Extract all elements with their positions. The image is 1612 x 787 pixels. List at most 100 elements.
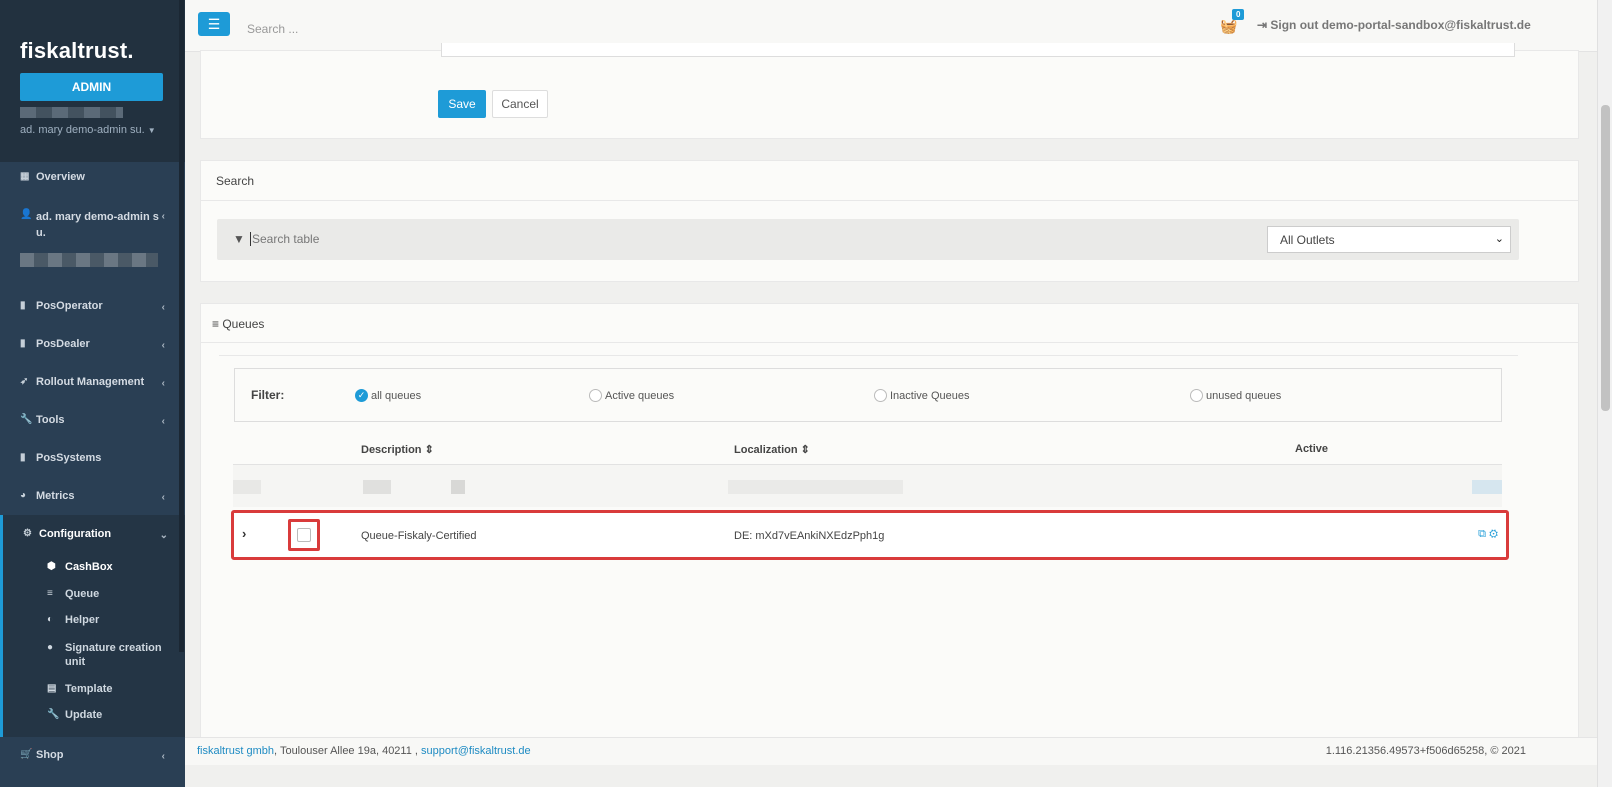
expand-row-button[interactable]: › [242, 526, 246, 541]
sidebar-item-user[interactable]: 👤 ad. mary demo-admin s u. ‹ [0, 209, 185, 241]
sidebar-item-label: u. [36, 227, 46, 239]
sidebar-subitem-queue[interactable]: ≡ Queue [3, 588, 99, 600]
sidebar-subitem-template[interactable]: ▤ Template [3, 683, 112, 695]
signout-icon: ⇥ [1257, 18, 1271, 32]
user-menu[interactable]: ad. mary demo-admin su. ▼ [20, 124, 185, 136]
sidebar-item-label: ad. mary demo-admin s [36, 211, 159, 223]
form-panel: Save Cancel [200, 43, 1579, 139]
cart-button[interactable]: 🧺 0 [1220, 9, 1245, 35]
row-checkbox[interactable] [297, 528, 311, 542]
chevron-left-icon: ‹ [161, 211, 165, 222]
chevron-right-icon: › [242, 526, 247, 541]
sidebar-subitem-update[interactable]: 🔧 Update [3, 709, 102, 721]
sidebar-item-overview[interactable]: ▦ Overview [0, 171, 105, 183]
pie-chart-icon: ◕ [20, 490, 27, 501]
chevron-left-icon: ‹ [161, 492, 165, 503]
cart-count-badge: 0 [1232, 9, 1245, 20]
queue-description: Queue-Fiskaly-Certified [361, 530, 477, 542]
version-text: 1.116.21356.49573+f506d65258, © 2021 [1325, 745, 1526, 757]
sidebar-subitem-scu[interactable]: ● Signature creation unit [3, 641, 162, 669]
sidebar-subitem-label: Signature creation [65, 642, 162, 654]
chevron-down-icon: ⌄ [1494, 233, 1504, 245]
sidebar-item-posdealer[interactable]: ▮ PosDealer ‹ [0, 338, 185, 351]
signout-link[interactable]: ⇥ Sign out demo-portal-sandbox@fiskaltru… [1257, 18, 1531, 32]
dashboard-icon: ▦ [20, 171, 30, 182]
sidebar-item-possystems[interactable]: ▮ PosSystems [0, 452, 185, 464]
redacted-cell [1472, 480, 1502, 494]
queues-panel: ≡ Queues Filter: ✓ all queues Active queu… [200, 303, 1579, 752]
scrollbar-thumb[interactable] [1601, 105, 1610, 411]
sidebar-item-posoperator[interactable]: ▮ PosOperator ‹ [0, 300, 185, 313]
hamburger-icon: ☰ [207, 16, 221, 32]
queues-panel-title: ≡ Queues [212, 317, 264, 331]
sidebar-item-tools[interactable]: 🔧 Tools ‹ [0, 414, 185, 427]
radio-circle [874, 389, 887, 402]
admin-button[interactable]: ADMIN [20, 73, 163, 101]
divider [201, 342, 1578, 343]
configuration-section: ⚙ Configuration ⌄ ⬢ CashBox ≡ Queue ◐ Helper … [0, 515, 185, 737]
check-icon: ✓ [355, 389, 368, 402]
database-icon: ≡ [212, 317, 223, 331]
filter-inactive-queues[interactable]: Inactive Queues [874, 389, 970, 402]
sidebar-item-rollout[interactable]: ➶ Rollout Management ‹ [0, 376, 185, 389]
sidebar-item-label: Rollout Management [36, 376, 145, 388]
column-header-localization[interactable]: Localization ⇕ [734, 443, 810, 456]
sidebar-header: fiskaltrust. ADMIN ad. mary demo-admin s… [0, 0, 185, 162]
sidebar-item-configuration[interactable]: ⚙ Configuration ⌄ [3, 528, 185, 541]
cancel-button[interactable]: Cancel [492, 90, 548, 118]
menu-toggle-button[interactable]: ☰ [198, 12, 230, 36]
footer: fiskaltrust gmbh, Toulouser Allee 19a, 4… [185, 737, 1612, 765]
search-panel-title: Search [216, 174, 255, 188]
sidebar-item-shop[interactable]: 🛒 Shop ‹ [0, 749, 185, 762]
row-actions: ⧉ ⚙ [1478, 528, 1498, 541]
save-button[interactable]: Save [438, 90, 486, 118]
filter-active-queues[interactable]: Active queues [589, 389, 674, 402]
divider [219, 355, 1518, 356]
column-header-description[interactable]: Description ⇕ [361, 443, 434, 456]
queue-localization: DE: mXd7vEAnkiNXEdzPph1g [734, 530, 885, 542]
shopping-cart-icon: 🛒 [20, 749, 33, 760]
redacted-text [20, 107, 123, 118]
page-scrollbar[interactable] [1597, 0, 1612, 787]
rocket-icon: ➶ [20, 376, 29, 387]
column-header-label: Description [361, 444, 422, 456]
table-row[interactable] [233, 464, 1502, 507]
footer-left: fiskaltrust gmbh, Toulouser Allee 19a, 4… [197, 745, 531, 757]
signout-label: Sign out demo-portal-sandbox@fiskaltrust… [1270, 18, 1531, 32]
filter-option-label: Active queues [605, 389, 675, 402]
sort-icon: ⇕ [800, 444, 810, 456]
table-search-bar: ▼ Search table All Outlets ⌄ [217, 219, 1519, 260]
gear-icon[interactable]: ⚙ [1489, 528, 1498, 540]
support-email-link[interactable]: support@fiskaltrust.de [421, 745, 531, 757]
circle-icon: ● [47, 642, 54, 653]
adjust-icon: ◐ [47, 614, 54, 625]
sidebar-subitem-cashbox[interactable]: ⬢ CashBox [3, 561, 113, 573]
filter-label: Filter: [251, 388, 285, 402]
main-content: Save Cancel Search ▼ Search table All Ou… [185, 43, 1612, 752]
sidebar-scrollbar[interactable] [179, 0, 184, 652]
building-icon: ▮ [20, 452, 26, 463]
basket-icon: 🧺 [1220, 18, 1238, 34]
text-field[interactable] [441, 43, 1515, 57]
chevron-left-icon: ‹ [161, 751, 165, 762]
sidebar-subitem-label: Helper [65, 614, 100, 626]
sidebar-subitem-label: Update [65, 709, 103, 721]
filter-all-queues[interactable]: ✓ all queues [355, 389, 421, 402]
sidebar-item-label: Metrics [36, 490, 75, 502]
chevron-left-icon: ‹ [161, 378, 165, 389]
footer-address: , Toulouser Allee 19a, 40211 , [274, 745, 418, 757]
sort-icon: ⇕ [424, 444, 434, 456]
sidebar-subitem-helper[interactable]: ◐ Helper [3, 614, 99, 626]
company-link[interactable]: fiskaltrust gmbh [197, 745, 274, 757]
table-search-input[interactable]: Search table [250, 232, 319, 246]
external-link-icon[interactable]: ⧉ [1478, 528, 1486, 540]
wrench-icon: 🔧 [20, 414, 33, 425]
redacted-cell [233, 480, 261, 494]
building-icon: ▮ [20, 300, 26, 311]
sidebar-item-metrics[interactable]: ◕ Metrics ‹ [0, 490, 185, 503]
filter-unused-queues[interactable]: unused queues [1190, 389, 1281, 402]
table-row[interactable]: › Queue-Fiskaly-Certified DE: mXd7vEAnki… [231, 510, 1509, 560]
outlet-select[interactable]: All Outlets ⌄ [1267, 226, 1511, 253]
sidebar-item-label: Configuration [39, 528, 112, 540]
global-search-input[interactable]: Search ... [247, 22, 298, 36]
